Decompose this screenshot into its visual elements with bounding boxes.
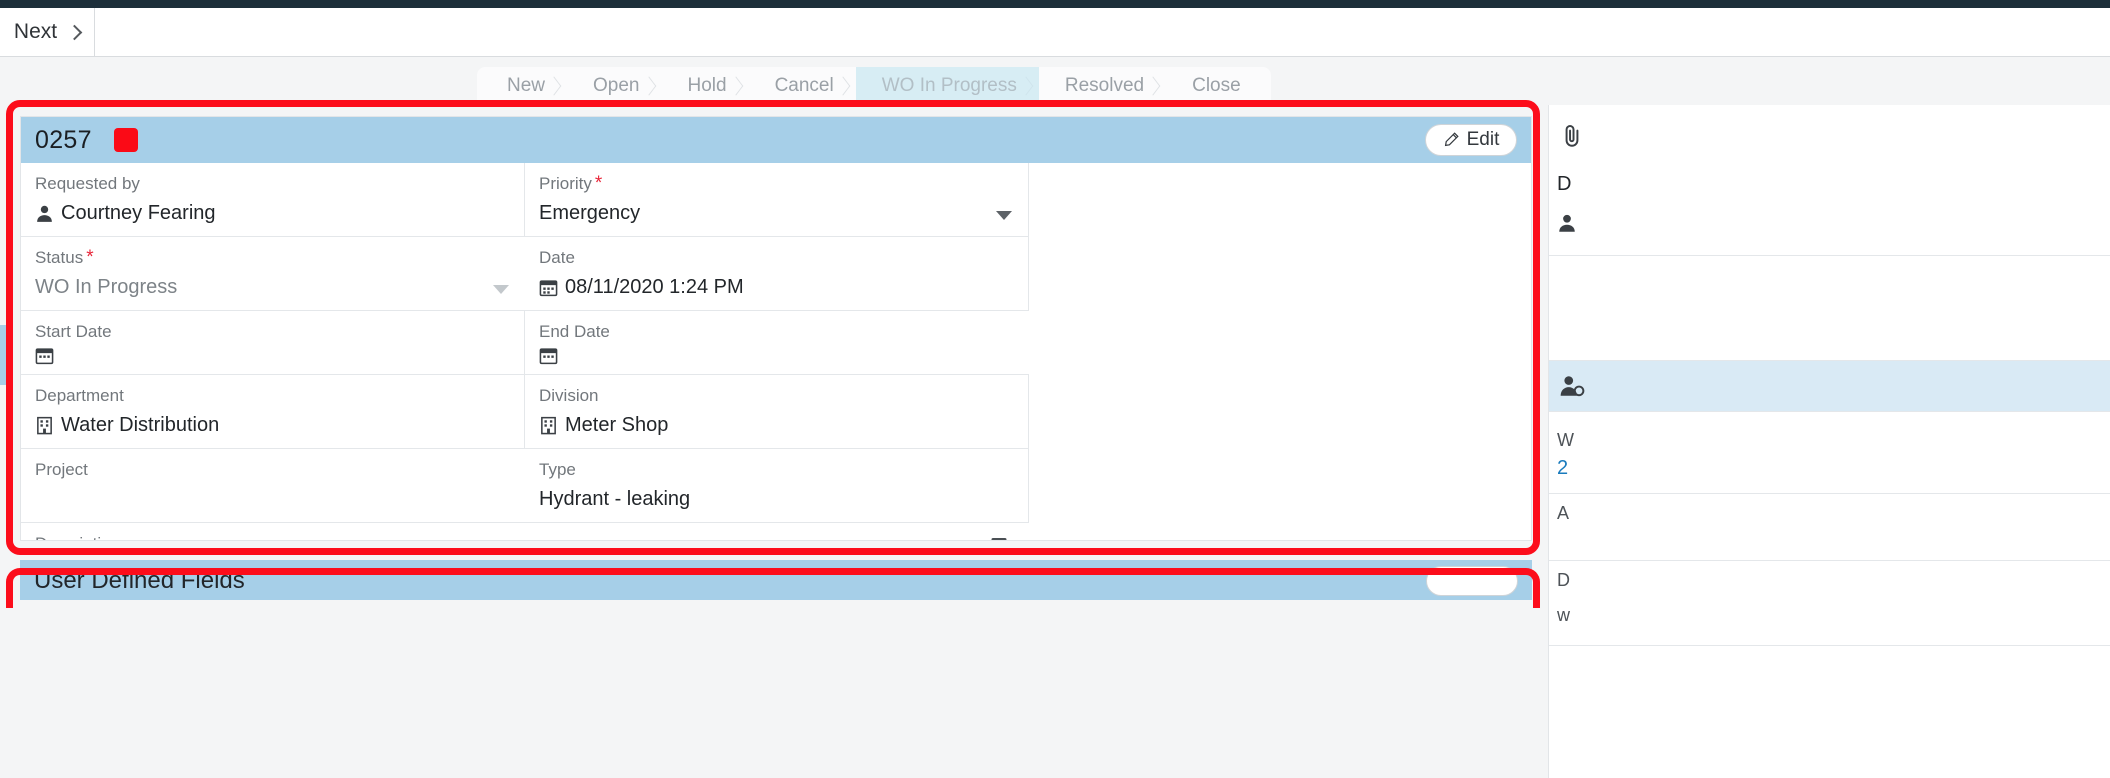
field-value: Courtney Fearing [35, 198, 510, 228]
required-asterisk: * [594, 173, 603, 194]
stepper-step-label: Resolved [1064, 75, 1145, 96]
next-button[interactable]: Next [0, 8, 95, 56]
side-panel: D W 2 A D w [1548, 105, 2110, 778]
caret-down-icon [493, 285, 509, 294]
edit-button[interactable]: Edit [1425, 124, 1517, 156]
stepper-step-close[interactable]: Close [1166, 67, 1271, 105]
field-value: Emergency [539, 202, 641, 224]
field-department[interactable]: Department Water Distribution [21, 375, 525, 449]
field-label: Type [539, 460, 576, 479]
pencil-icon [1444, 132, 1459, 147]
stepper-step-open[interactable]: Open [567, 67, 663, 105]
field-value: WO In Progress [35, 276, 178, 298]
field-value [35, 346, 510, 365]
comment-icon[interactable] [991, 537, 1013, 541]
stepper-separator-icon [841, 67, 857, 105]
field-start-date[interactable]: Start Date [21, 311, 525, 375]
stepper-step-label: Close [1192, 75, 1241, 96]
required-asterisk: * [86, 247, 94, 268]
field-label: Start Date [35, 322, 112, 341]
stepper-separator-icon [647, 67, 663, 105]
work-order-detail-screen: Next New Open Hold Cancel WO In Progress Reso… [0, 0, 2110, 778]
left-rail-accent [0, 325, 9, 385]
side-divider [1549, 645, 2110, 646]
field-description[interactable]: Description water in the street [21, 523, 1029, 541]
side-requester [1557, 213, 1577, 238]
work-order-id: 0257 [35, 125, 92, 154]
edit-button-label: Edit [1466, 129, 1500, 150]
stepper-separator-icon [552, 67, 568, 105]
field-date[interactable]: Date 08/11/2020 1:24 PM [525, 237, 1029, 311]
field-label: Requested by [35, 174, 140, 193]
field-status[interactable]: Status * WO In Progress [21, 237, 525, 311]
building-icon [541, 416, 556, 434]
person-icon [37, 205, 52, 222]
field-label: Date [539, 248, 575, 267]
user-defined-fields-title: User Defined Fields [34, 567, 245, 594]
user-defined-fields-section: User Defined Fields [20, 560, 1532, 600]
workflow-stepper: New Open Hold Cancel WO In Progress Resolved C… [477, 67, 1271, 105]
stepper-step-label: WO In Progress [881, 75, 1017, 96]
field-label: Status * [35, 247, 94, 268]
next-button-label: Next [13, 20, 58, 43]
field-grid: Requested by Courtney Fearing Priority *… [21, 163, 1531, 541]
field-priority[interactable]: Priority * Emergency [525, 163, 1029, 237]
building-icon [37, 416, 52, 434]
field-value: Water Distribution [35, 410, 510, 440]
calendar-icon [539, 348, 558, 365]
stepper-separator-icon [734, 67, 750, 105]
field-project[interactable]: Project [21, 449, 525, 523]
side-wo-link[interactable]: 2 [1557, 457, 1568, 480]
toolbar: Next [0, 8, 2110, 57]
workflow-stepper-zone: New Open Hold Cancel WO In Progress Resolved C… [0, 57, 2110, 105]
field-label: Division [539, 386, 599, 405]
stepper-step-label: Cancel [774, 75, 834, 96]
field-division[interactable]: Division Meter Shop [525, 375, 1029, 449]
field-value: 08/11/2020 1:24 PM [539, 272, 1014, 302]
app-top-strip [0, 0, 2110, 8]
field-label: Department [35, 386, 124, 405]
work-order-card: 0257 Edit Requested by Courtney Fearing … [20, 116, 1532, 541]
side-divider [1549, 560, 2110, 561]
stepper-step-label: Hold [687, 75, 727, 96]
stepper-step-new[interactable]: New [477, 67, 568, 105]
field-requested-by[interactable]: Requested by Courtney Fearing [21, 163, 525, 237]
person-icon [1559, 214, 1575, 232]
user-defined-edit-button[interactable] [1426, 566, 1518, 596]
field-value [539, 346, 1015, 365]
field-end-date[interactable]: End Date [525, 311, 1029, 375]
side-w-label: w [1557, 605, 1570, 625]
calendar-icon [35, 348, 54, 365]
stepper-step-cancel[interactable]: Cancel [748, 67, 857, 105]
field-value: Meter Shop [539, 410, 1014, 440]
card-header: 0257 Edit [21, 117, 1531, 163]
side-panel-tab-asset[interactable] [1549, 360, 2110, 412]
side-d-label: D [1557, 570, 1570, 590]
field-label: Project [35, 460, 88, 479]
side-detail-label: D [1557, 173, 1572, 195]
stepper-step-resolved[interactable]: Resolved [1038, 67, 1167, 105]
side-wo-label: W [1557, 430, 1574, 450]
stepper-separator-icon [1024, 67, 1040, 105]
stepper-step-label: New [507, 75, 546, 96]
stepper-step-wo-in-progress[interactable]: WO In Progress [855, 67, 1040, 105]
chevron-right-icon [66, 24, 83, 40]
field-label: Description [35, 533, 1015, 540]
stepper-step-label: Open [593, 75, 640, 96]
stepper-step-hold[interactable]: Hold [661, 67, 750, 105]
side-divider [1549, 255, 2110, 256]
priority-flag-badge [113, 128, 138, 152]
caret-down-icon[interactable] [996, 211, 1012, 220]
paperclip-icon[interactable] [1559, 123, 1585, 149]
field-label: Priority * [539, 173, 603, 194]
asset-icon [1560, 376, 1585, 397]
field-type[interactable]: Type Hydrant - leaking [525, 449, 1029, 523]
field-value: Hydrant - leaking [539, 488, 691, 510]
calendar-icon [539, 279, 558, 296]
field-label: End Date [539, 322, 610, 341]
side-divider [1549, 493, 2110, 494]
stepper-separator-icon [1151, 67, 1167, 105]
side-a-label: A [1557, 503, 1570, 523]
